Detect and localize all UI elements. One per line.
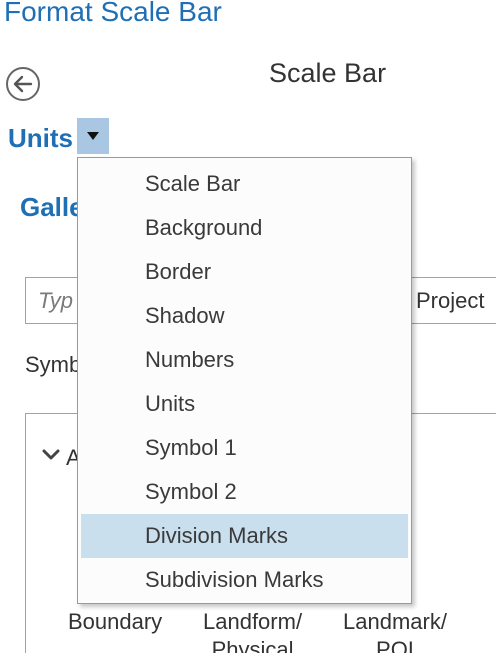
menu-item-numbers[interactable]: Numbers — [81, 338, 408, 382]
menu-item-border[interactable]: Border — [81, 250, 408, 294]
search-placeholder: Typ — [38, 288, 74, 313]
menu-item-scale-bar[interactable]: Scale Bar — [81, 162, 408, 206]
units-dropdown-menu: Scale Bar Background Border Shadow Numbe… — [77, 157, 412, 604]
category-landmark[interactable]: Landmark/ POI — [343, 608, 447, 653]
menu-item-division-marks[interactable]: Division Marks — [81, 514, 408, 558]
element-title: Scale Bar — [269, 58, 387, 88]
units-label: Units — [8, 122, 73, 153]
gallery-label: Galle — [20, 192, 84, 222]
menu-item-units[interactable]: Units — [81, 382, 408, 426]
category-label: Physical — [211, 637, 294, 653]
category-label: Landform/ — [203, 609, 303, 634]
category-label: Landmark/ — [343, 609, 447, 634]
menu-item-symbol-2[interactable]: Symbol 2 — [81, 470, 408, 514]
triangle-down-icon — [87, 132, 99, 140]
back-button[interactable] — [6, 67, 40, 101]
symbology-label: Symb — [25, 352, 82, 377]
units-dropdown-button[interactable] — [77, 118, 109, 154]
category-label: Boundary — [68, 609, 163, 634]
back-arrow-icon — [13, 75, 33, 93]
menu-item-background[interactable]: Background — [81, 206, 408, 250]
pane-title: Format Scale Bar — [4, 0, 222, 27]
category-boundary[interactable]: Boundary — [68, 608, 162, 636]
menu-item-subdivision-marks[interactable]: Subdivision Marks — [81, 558, 408, 602]
menu-item-shadow[interactable]: Shadow — [81, 294, 408, 338]
category-label: POI — [376, 637, 414, 653]
category-landform[interactable]: Landform/ Physical — [203, 608, 302, 653]
chevron-down-icon[interactable] — [42, 448, 60, 462]
scope-dropdown[interactable]: Project — [416, 288, 484, 314]
menu-item-symbol-1[interactable]: Symbol 1 — [81, 426, 408, 470]
units-row: Units — [8, 118, 109, 154]
